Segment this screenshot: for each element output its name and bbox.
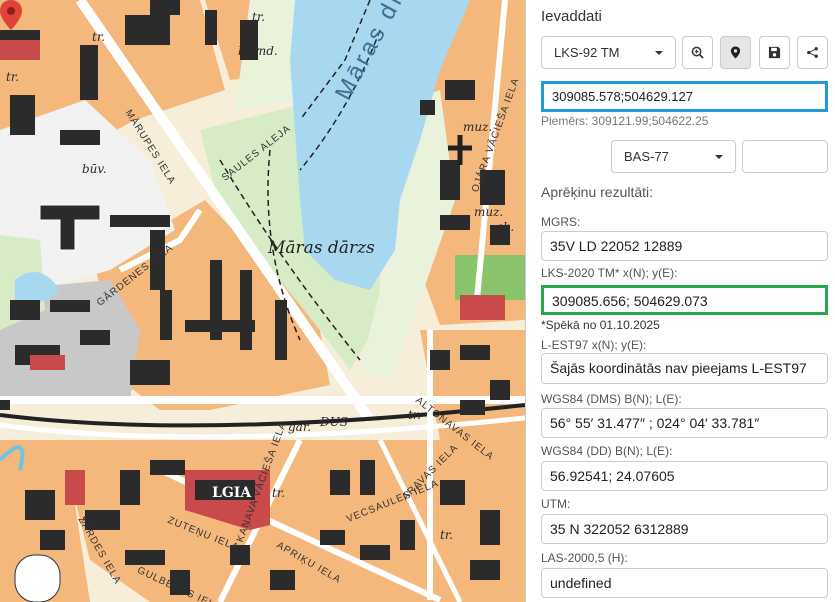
lest-value: Šajās koordinātās nav pieejams L-EST97 <box>550 360 807 376</box>
wgs-dd-label: WGS84 (DD) B(N); L(E): <box>541 444 673 458</box>
mgrs-field[interactable]: 35V LD 22052 12889 <box>541 231 828 261</box>
lks2020-note: *Spēkā no 01.10.2025 <box>541 318 660 332</box>
zoom-icon <box>691 46 704 59</box>
coordinates-input[interactable]: 309085.578;504629.127 <box>541 81 828 112</box>
utm-value: 35 N 322052 6312889 <box>550 521 689 537</box>
wgs-dd-field[interactable]: 56.92541; 24.07605 <box>541 461 828 491</box>
wgs-dd-value: 56.92541; 24.07605 <box>550 468 675 484</box>
wgs-dms-field[interactable]: 56° 55′ 31.477″ ; 024° 04′ 33.781″ <box>541 408 828 438</box>
utm-label: UTM: <box>541 497 571 511</box>
results-title: Aprēķinu rezultāti: <box>541 184 654 200</box>
lks2020-label: LKS-2020 TM* x(N); y(E): <box>541 266 678 280</box>
projection-select[interactable]: LKS-92 TM <box>541 36 676 69</box>
map-marker-icon[interactable] <box>0 0 22 30</box>
mgrs-value: 35V LD 22052 12889 <box>550 238 683 254</box>
lks2020-value: 309085.656; 504629.073 <box>552 293 708 309</box>
utm-field[interactable]: 35 N 322052 6312889 <box>541 514 828 544</box>
height-system-select[interactable]: BAS-77 <box>611 140 736 173</box>
las-value: undefined <box>550 575 612 591</box>
coordinate-panel: Ievaddati LKS-92 TM 309085.578;504629.12… <box>525 0 835 602</box>
input-title: Ievaddati <box>541 8 602 25</box>
height-input[interactable] <box>742 140 828 173</box>
share-icon <box>807 47 818 58</box>
chevron-down-icon <box>655 51 663 55</box>
coordinates-input-value: 309085.578;504629.127 <box>552 89 693 104</box>
lest-label: L-EST97 x(N); y(E): <box>541 338 647 352</box>
height-system-value: BAS-77 <box>624 149 669 164</box>
wgs-dms-value: 56° 55′ 31.477″ ; 024° 04′ 33.781″ <box>550 415 760 431</box>
save-icon <box>768 46 781 59</box>
example-text: Piemērs: 309121.99;504622.25 <box>541 114 709 128</box>
map-canvas[interactable] <box>0 0 525 602</box>
chevron-down-icon <box>715 155 723 159</box>
map-view[interactable]: Māras dīķis Māras dārzs MĀRUPES IELA SAU… <box>0 0 525 602</box>
share-button[interactable] <box>797 36 828 69</box>
projection-select-value: LKS-92 TM <box>554 45 620 60</box>
location-pin-icon <box>730 46 741 59</box>
lest-field[interactable]: Šajās koordinātās nav pieejams L-EST97 <box>541 353 828 384</box>
wgs-dms-label: WGS84 (DMS) B(N); L(E): <box>541 392 682 406</box>
lks2020-field[interactable]: 309085.656; 504629.073 <box>541 285 828 315</box>
save-button[interactable] <box>759 36 790 69</box>
mgrs-label: MGRS: <box>541 215 581 229</box>
zoom-button[interactable] <box>682 36 713 69</box>
location-button[interactable] <box>720 36 751 69</box>
las-label: LAS-2000,5 (H): <box>541 551 628 565</box>
las-field[interactable]: undefined <box>541 568 828 598</box>
